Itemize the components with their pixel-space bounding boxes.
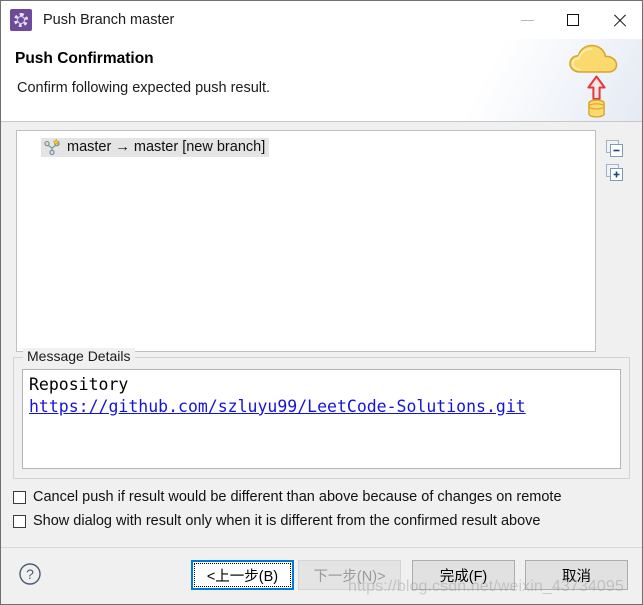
tree-tool-buttons	[606, 140, 628, 188]
close-icon	[612, 13, 627, 28]
page-subtitle: Confirm following expected push result.	[17, 80, 271, 96]
window-controls	[504, 1, 642, 39]
watermark: https://blog.csdn.net/weixin_43734095	[348, 578, 624, 595]
collapse-all-icon	[606, 140, 623, 157]
maximize-icon	[567, 14, 579, 26]
show-dialog-label: Show dialog with result only when it is …	[33, 513, 541, 529]
maximize-button[interactable]	[550, 1, 596, 39]
cloud-upload-icon	[569, 44, 618, 118]
help-glyph: ?	[26, 566, 34, 582]
dialog-header: Push Confirmation Confirm following expe…	[1, 39, 642, 122]
page-title: Push Confirmation	[15, 50, 154, 67]
push-result-tree[interactable]: master → master [new branch]	[16, 130, 596, 352]
push-options: Cancel push if result would be different…	[13, 485, 633, 533]
message-details-group: Message Details Repository https://githu…	[13, 348, 630, 479]
help-icon[interactable]: ?	[18, 562, 42, 586]
message-details-legend: Message Details	[23, 348, 135, 364]
git-push-icon	[10, 9, 32, 31]
tree-row[interactable]: master → master [new branch]	[41, 138, 270, 157]
expand-all-icon	[606, 164, 623, 181]
titlebar: Push Branch master	[1, 1, 642, 39]
cancel-push-checkbox[interactable]	[13, 490, 26, 504]
close-button[interactable]	[596, 1, 642, 39]
message-details-text[interactable]: Repository https://github.com/szluyu99/L…	[22, 369, 621, 469]
focus-ring	[194, 563, 291, 587]
show-dialog-checkbox[interactable]	[13, 514, 26, 528]
cancel-push-option[interactable]: Cancel push if result would be different…	[13, 485, 633, 509]
minimize-icon	[520, 19, 534, 21]
show-dialog-option[interactable]: Show dialog with result only when it is …	[13, 509, 633, 533]
repository-heading: Repository	[29, 375, 129, 394]
cancel-push-label: Cancel push if result would be different…	[33, 489, 562, 505]
tree-item-label: master → master [new branch]	[67, 139, 266, 155]
new-branch-icon	[44, 139, 60, 155]
repository-url-link[interactable]: https://github.com/szluyu99/LeetCode-Sol…	[29, 397, 526, 416]
back-button[interactable]: <上一步(B)	[191, 560, 294, 590]
minimize-button[interactable]	[504, 1, 550, 39]
collapse-all-button[interactable]	[606, 140, 624, 158]
window-title: Push Branch master	[43, 12, 175, 28]
push-confirmation-dialog: Push Branch master Push Confirmation Con…	[0, 0, 643, 605]
expand-all-button[interactable]	[606, 164, 624, 182]
